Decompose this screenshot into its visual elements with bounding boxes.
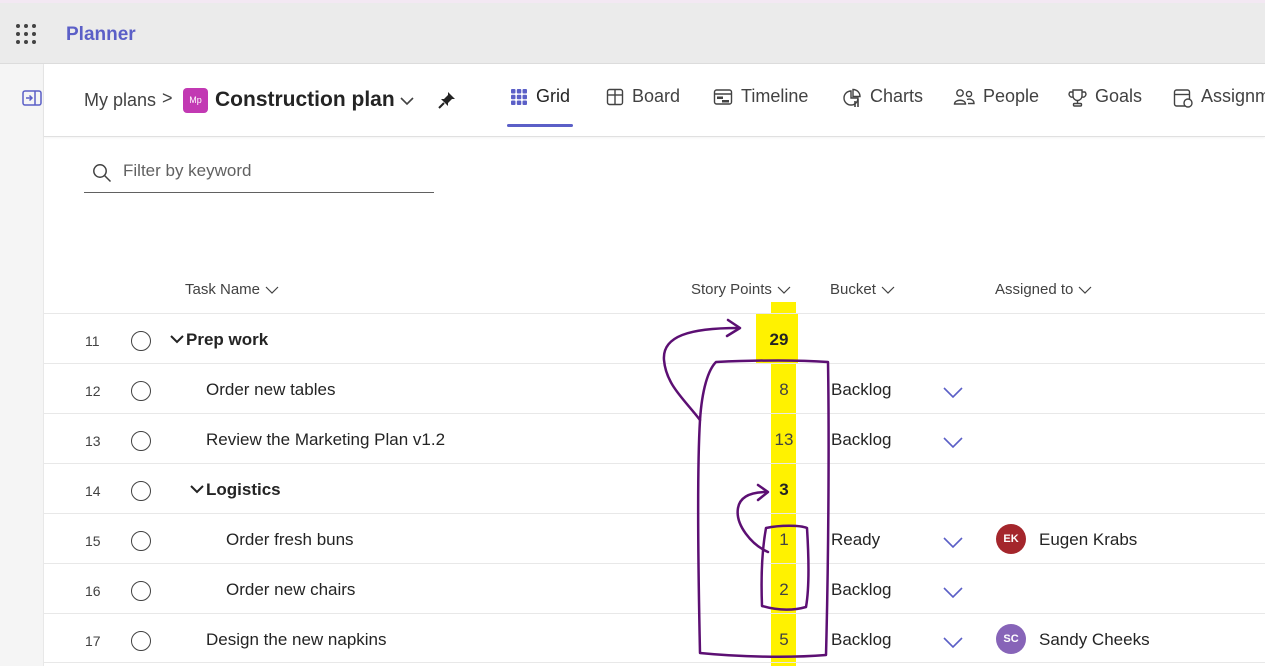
chevron-down-icon[interactable] <box>943 637 963 648</box>
plan-name[interactable]: Construction plan <box>215 88 395 112</box>
chevron-down-icon[interactable] <box>943 387 963 398</box>
filter-box <box>84 153 434 193</box>
task-name[interactable]: Design the new napkins <box>206 630 387 650</box>
tab-goals[interactable]: Goals <box>1068 86 1142 126</box>
story-points-value[interactable]: 3 <box>764 480 804 500</box>
assignments-icon <box>1173 89 1193 108</box>
tab-charts[interactable]: Charts <box>842 86 923 126</box>
tab-label: Charts <box>870 86 924 106</box>
chevron-down-icon[interactable] <box>190 485 204 494</box>
task-name[interactable]: Logistics <box>206 480 281 500</box>
column-header-task-name[interactable]: Task Name <box>185 281 279 298</box>
chevron-down-icon[interactable] <box>943 587 963 598</box>
app-bar: Planner <box>0 0 1265 64</box>
grid-icon <box>511 89 527 105</box>
search-icon <box>93 164 112 183</box>
task-name[interactable]: Order new tables <box>206 380 335 400</box>
column-header-label: Story Points <box>691 281 772 298</box>
table-row[interactable]: 13 Review the Marketing Plan v1.2 13 Bac… <box>44 413 1265 463</box>
tab-people[interactable]: People <box>953 86 1039 126</box>
task-name[interactable]: Order fresh buns <box>226 530 354 550</box>
tab-label: Assignm <box>1201 86 1265 106</box>
board-icon <box>606 88 624 106</box>
task-name[interactable]: Order new chairs <box>226 580 355 600</box>
column-header-label: Bucket <box>830 281 876 298</box>
chevron-down-icon <box>777 286 791 294</box>
avatar[interactable]: SC <box>996 624 1026 654</box>
chevron-down-icon[interactable] <box>399 96 415 106</box>
story-points-value[interactable]: 2 <box>764 580 804 600</box>
complete-checkbox[interactable] <box>131 581 151 601</box>
story-points-value[interactable]: 8 <box>764 380 804 400</box>
tab-label: Goals <box>1095 86 1143 106</box>
assignee-name[interactable]: Eugen Krabs <box>1039 530 1137 550</box>
story-points-value[interactable]: 5 <box>764 630 804 650</box>
chevron-down-icon[interactable] <box>943 437 963 448</box>
story-points-value[interactable]: 29 <box>759 330 799 350</box>
row-number: 11 <box>85 333 100 349</box>
app-launcher-icon[interactable] <box>16 24 36 44</box>
task-name[interactable]: Prep work <box>186 330 268 350</box>
chevron-down-icon[interactable] <box>943 537 963 548</box>
column-header-assigned-to[interactable]: Assigned to <box>995 281 1092 298</box>
column-header-label: Task Name <box>185 281 261 298</box>
column-header-story-points[interactable]: Story Points <box>691 281 791 298</box>
tab-label: Grid <box>536 86 571 106</box>
row-number: 17 <box>85 633 101 649</box>
table-row[interactable]: 11 Prep work 29 <box>44 313 1265 363</box>
tab-label: Timeline <box>741 86 809 106</box>
chevron-down-icon <box>881 286 895 294</box>
table-row[interactable]: 15 Order fresh buns 1 Ready EK Eugen Kra… <box>44 513 1265 563</box>
tab-label: Board <box>632 86 681 106</box>
story-points-value[interactable]: 1 <box>764 530 804 550</box>
app-title[interactable]: Planner <box>66 24 136 46</box>
filter-input[interactable] <box>123 161 423 181</box>
complete-checkbox[interactable] <box>131 481 151 501</box>
chevron-down-icon <box>265 286 279 294</box>
story-points-value[interactable]: 13 <box>764 430 804 450</box>
bucket-value[interactable]: Backlog <box>831 630 891 650</box>
complete-checkbox[interactable] <box>131 531 151 551</box>
task-name[interactable]: Review the Marketing Plan v1.2 <box>206 430 445 450</box>
assignee-name[interactable]: Sandy Cheeks <box>1039 630 1150 650</box>
row-number: 14 <box>85 483 101 499</box>
row-number: 12 <box>85 383 101 399</box>
trophy-icon <box>1068 89 1087 107</box>
tab-timeline[interactable]: Timeline <box>713 86 808 126</box>
breadcrumb-separator: > <box>162 88 173 108</box>
avatar[interactable]: EK <box>996 524 1026 554</box>
tab-assignments[interactable]: Assignm <box>1173 86 1265 126</box>
active-tab-indicator <box>507 124 573 127</box>
expand-pane-icon[interactable] <box>22 90 42 106</box>
complete-checkbox[interactable] <box>131 331 151 351</box>
people-icon <box>953 89 975 105</box>
tab-label: People <box>983 86 1040 106</box>
table-row[interactable]: 14 Logistics 3 <box>44 463 1265 513</box>
column-header-bucket[interactable]: Bucket <box>830 281 895 298</box>
table-row[interactable]: 16 Order new chairs 2 Backlog <box>44 563 1265 613</box>
breadcrumb-my-plans[interactable]: My plans <box>84 90 156 111</box>
row-number: 13 <box>85 433 101 449</box>
column-header-label: Assigned to <box>995 281 1074 298</box>
tab-board[interactable]: Board <box>606 86 680 126</box>
table-row[interactable]: 12 Order new tables 8 Backlog <box>44 363 1265 413</box>
timeline-icon <box>713 89 733 105</box>
chevron-down-icon[interactable] <box>170 335 184 344</box>
row-number: 16 <box>85 583 101 599</box>
complete-checkbox[interactable] <box>131 431 151 451</box>
bucket-value[interactable]: Ready <box>831 530 880 550</box>
chevron-down-icon <box>1078 286 1092 294</box>
complete-checkbox[interactable] <box>131 631 151 651</box>
plan-icon: Mp <box>183 88 208 113</box>
tab-grid[interactable]: Grid <box>510 86 570 126</box>
pin-icon[interactable] <box>438 91 456 109</box>
bucket-value[interactable]: Backlog <box>831 380 891 400</box>
row-number: 15 <box>85 533 101 549</box>
left-rail <box>0 64 44 666</box>
bucket-value[interactable]: Backlog <box>831 580 891 600</box>
bucket-value[interactable]: Backlog <box>831 430 891 450</box>
table-row[interactable]: 17 Design the new napkins 5 Backlog SC S… <box>44 613 1265 663</box>
charts-icon <box>843 88 861 107</box>
complete-checkbox[interactable] <box>131 381 151 401</box>
